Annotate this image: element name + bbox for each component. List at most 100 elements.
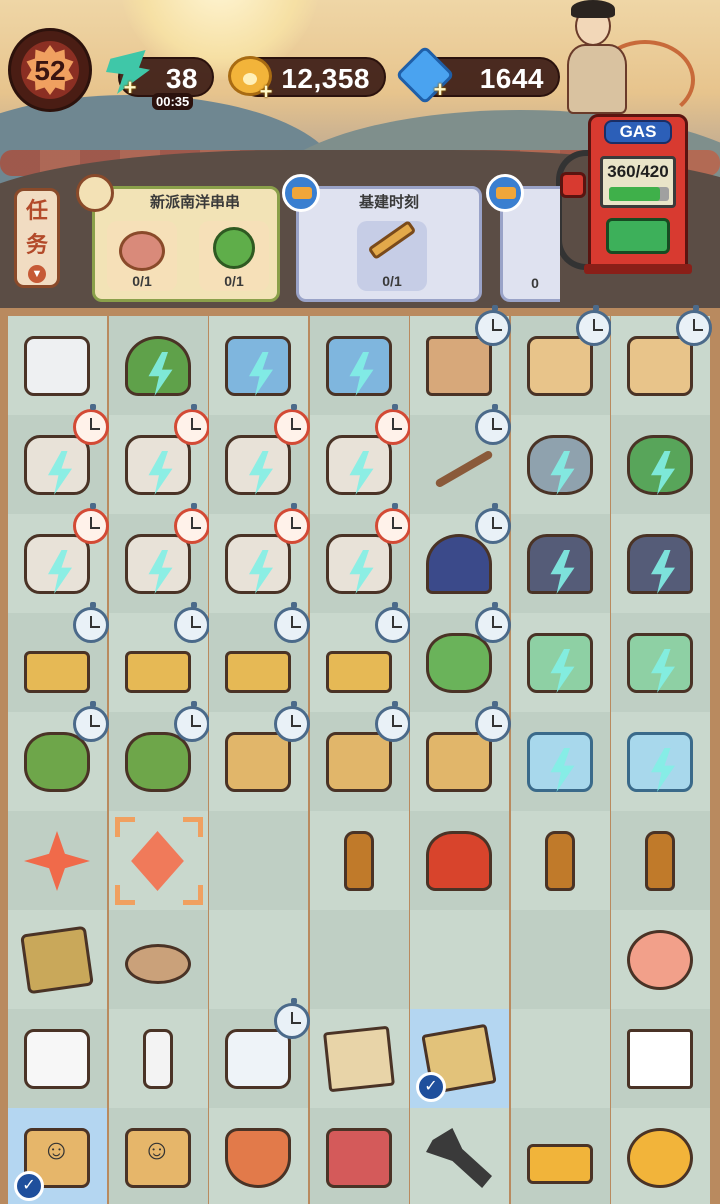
task-tab[interactable]: 任 务 ▼ xyxy=(14,188,60,288)
board-cell[interactable] xyxy=(410,503,511,613)
board-cell[interactable] xyxy=(8,1009,107,1108)
ink-bottle-icon[interactable] xyxy=(119,1021,197,1095)
board-cell[interactable] xyxy=(108,404,210,514)
board-cell[interactable]: ✓ xyxy=(410,1009,509,1108)
board-cell[interactable] xyxy=(209,404,310,514)
board-cell[interactable] xyxy=(108,811,208,910)
board-cell[interactable] xyxy=(108,602,210,712)
board-cell[interactable] xyxy=(510,811,610,910)
energy-plus-icon[interactable]: + xyxy=(120,77,140,99)
board-cell[interactable] xyxy=(309,503,411,613)
paper-bag-icon[interactable] xyxy=(119,1120,197,1194)
board-cell[interactable] xyxy=(209,503,310,613)
pancake-icon[interactable] xyxy=(119,922,197,996)
sauce-bottle-icon[interactable] xyxy=(621,823,699,897)
rice-bag-icon[interactable] xyxy=(320,1021,398,1095)
chef-icon[interactable] xyxy=(621,526,699,600)
board-cell[interactable] xyxy=(309,316,409,415)
board-cell[interactable] xyxy=(209,1108,308,1204)
board-cell[interactable] xyxy=(410,404,511,514)
board-cell[interactable] xyxy=(410,602,511,712)
book-icon[interactable] xyxy=(219,328,297,402)
task-card[interactable]: 基建时刻 0/1 xyxy=(296,186,482,302)
board-cell[interactable] xyxy=(510,910,610,1009)
board-cell[interactable] xyxy=(510,514,610,613)
board-cell[interactable] xyxy=(309,1108,409,1204)
board-cell[interactable] xyxy=(611,415,710,514)
board-cell[interactable] xyxy=(8,701,109,811)
sugar-cubes-icon[interactable] xyxy=(621,1021,699,1095)
board-cell[interactable] xyxy=(309,811,409,910)
tree-icon[interactable] xyxy=(119,328,197,402)
board-cell[interactable] xyxy=(510,1108,610,1204)
printer-icon[interactable] xyxy=(18,328,96,402)
board-cell[interactable] xyxy=(8,910,107,1009)
board-cell[interactable] xyxy=(611,811,710,910)
board-cell[interactable] xyxy=(410,701,511,811)
board-cell[interactable] xyxy=(410,910,509,1009)
spice-box-icon[interactable] xyxy=(18,1021,96,1095)
paw-coins-icon[interactable] xyxy=(621,1120,699,1194)
board-cell[interactable] xyxy=(209,998,310,1108)
board-cell[interactable] xyxy=(8,503,109,613)
drum-icon[interactable] xyxy=(621,427,699,501)
board-cell[interactable] xyxy=(510,415,610,514)
board-cell[interactable] xyxy=(309,404,411,514)
chili-jar-icon[interactable] xyxy=(420,823,498,897)
board-cell[interactable] xyxy=(8,602,109,712)
board-cell[interactable] xyxy=(108,1009,208,1108)
board-cell[interactable] xyxy=(611,305,712,415)
board-cell[interactable] xyxy=(108,503,210,613)
shrimp-bowl-icon[interactable] xyxy=(219,1120,297,1194)
board-cell[interactable] xyxy=(510,613,610,712)
board-cell[interactable] xyxy=(510,1009,610,1108)
cooler-icon[interactable] xyxy=(621,724,699,798)
board-cell[interactable] xyxy=(309,701,411,811)
board-cell[interactable] xyxy=(309,602,411,712)
board-cell[interactable]: ✓ xyxy=(8,1108,107,1204)
sauce-bottle-icon[interactable] xyxy=(320,823,398,897)
board-cell[interactable] xyxy=(108,701,210,811)
sauce-bottle-icon[interactable] xyxy=(521,823,599,897)
board-cell[interactable] xyxy=(209,602,310,712)
board-cell[interactable] xyxy=(209,316,308,415)
board-cell[interactable] xyxy=(611,1009,710,1108)
pliers-icon[interactable] xyxy=(420,1120,498,1194)
chef-icon[interactable] xyxy=(521,526,599,600)
spice-mat-icon[interactable] xyxy=(18,922,96,996)
board-cell[interactable] xyxy=(108,316,208,415)
board-cell[interactable] xyxy=(209,910,308,1009)
gem-plus-icon[interactable]: + xyxy=(430,79,450,101)
peach-icon[interactable] xyxy=(621,922,699,996)
board-cell[interactable] xyxy=(8,811,107,910)
board-cell[interactable] xyxy=(611,613,710,712)
board-cell[interactable] xyxy=(611,514,710,613)
board-cell[interactable] xyxy=(209,811,308,910)
board-cell[interactable] xyxy=(8,316,107,415)
board-cell[interactable] xyxy=(108,1108,208,1204)
task-card[interactable]: 新派南洋串串 0/1 0/1 xyxy=(92,186,280,302)
board-cell[interactable] xyxy=(410,1108,509,1204)
board-cell[interactable] xyxy=(309,910,409,1009)
player-level-badge[interactable]: 52 xyxy=(8,28,92,112)
cooler-icon[interactable] xyxy=(521,724,599,798)
star-piece-icon[interactable] xyxy=(18,823,96,897)
board-cell[interactable] xyxy=(611,910,710,1009)
board-cell[interactable] xyxy=(510,305,612,415)
gold-bars-icon[interactable] xyxy=(521,1120,599,1194)
board-cell[interactable] xyxy=(309,1009,409,1108)
coin-plus-icon[interactable]: + xyxy=(256,81,276,103)
drum-icon[interactable] xyxy=(521,427,599,501)
gift-box-icon[interactable] xyxy=(320,1120,398,1194)
cart-icon[interactable] xyxy=(521,625,599,699)
board-cell[interactable] xyxy=(209,701,310,811)
board-cell[interactable] xyxy=(611,712,710,811)
book-icon[interactable] xyxy=(320,328,398,402)
cart-icon[interactable] xyxy=(621,625,699,699)
board-cell[interactable] xyxy=(510,712,610,811)
board-cell[interactable] xyxy=(8,404,109,514)
board-cell[interactable] xyxy=(410,811,509,910)
board-cell[interactable] xyxy=(108,910,208,1009)
board-cell[interactable] xyxy=(410,305,511,415)
board-cell[interactable] xyxy=(611,1108,710,1204)
